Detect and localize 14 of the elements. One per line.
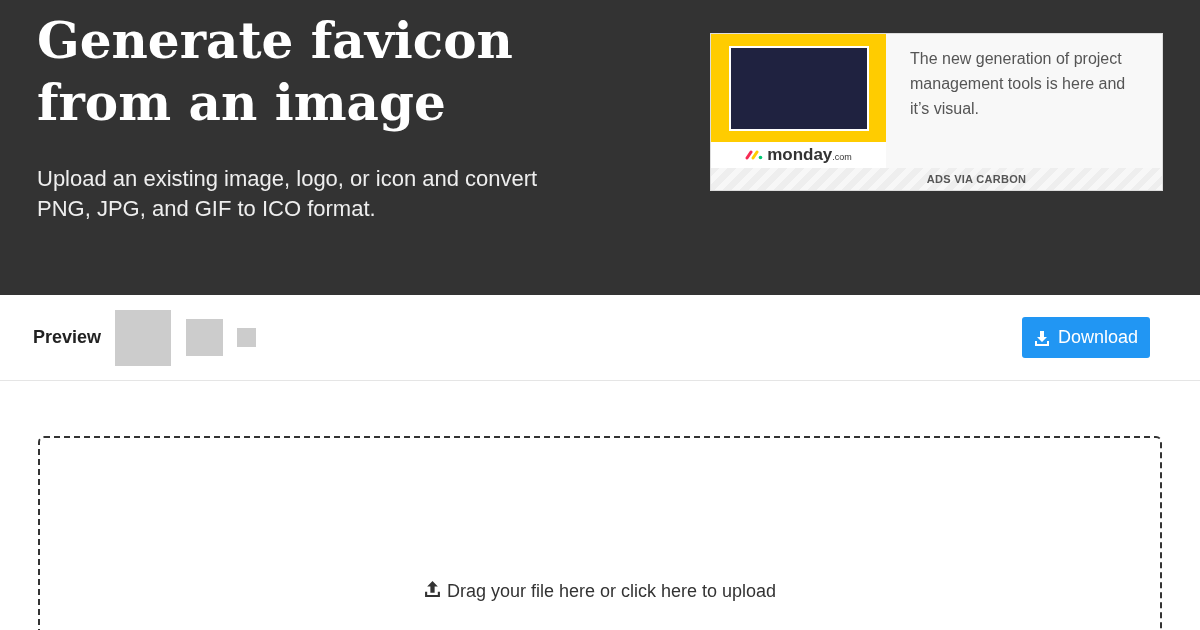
preview-thumbnail bbox=[186, 319, 224, 356]
upload-dropzone[interactable]: Drag your file here or click here to upload bbox=[38, 436, 1162, 630]
upload-icon bbox=[423, 580, 441, 597]
preview-label: Preview bbox=[33, 326, 102, 349]
upload-prompt: Drag your file here or click here to upload bbox=[446, 580, 777, 603]
ad-text: The new generation of project management tools is here and it’s visual. bbox=[909, 49, 1127, 119]
ad-footer-text: ADS VIA CARBON bbox=[926, 171, 1027, 187]
download-icon bbox=[1033, 329, 1050, 346]
page-title: Generate favicon from an image bbox=[37, 10, 514, 134]
page-subtitle: Upload an existing image, logo, or icon and convert PNG, JPG, and GIF to ICO format. bbox=[37, 165, 539, 223]
preview-thumbnail bbox=[115, 309, 172, 366]
ad-logo: monday.com bbox=[767, 144, 852, 167]
preview-thumbnail bbox=[237, 328, 257, 347]
logo-icon bbox=[745, 150, 764, 160]
